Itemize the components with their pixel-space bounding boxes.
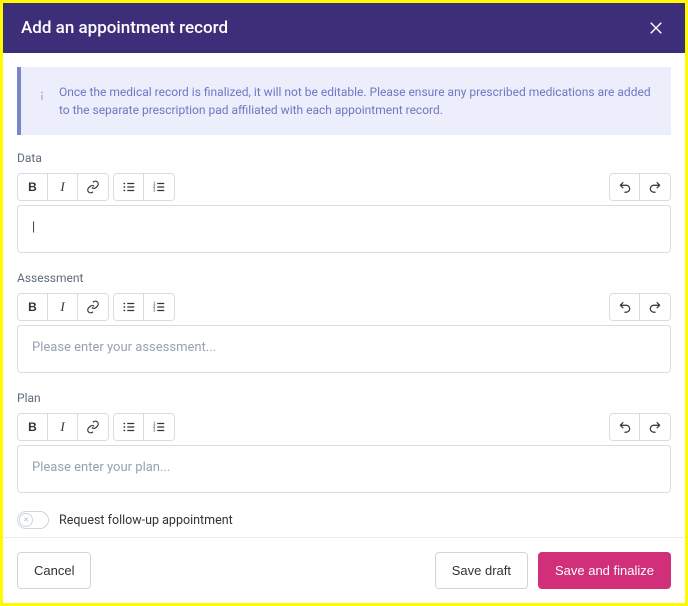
unordered-list-icon <box>122 300 136 314</box>
bold-button[interactable]: B <box>18 414 48 440</box>
section-assessment: Assessment B I Please enter your assessm… <box>17 271 671 373</box>
link-icon <box>86 180 100 194</box>
italic-button[interactable]: I <box>48 414 78 440</box>
link-icon <box>86 300 100 314</box>
unordered-list-icon <box>122 420 136 434</box>
redo-icon <box>648 180 662 194</box>
redo-icon <box>648 420 662 434</box>
info-banner: Once the medical record is finalized, it… <box>17 67 671 135</box>
toolbar-plan: B I <box>17 413 671 441</box>
undo-icon <box>618 300 632 314</box>
italic-button[interactable]: I <box>48 294 78 320</box>
ordered-list-button[interactable] <box>144 414 174 440</box>
section-plan-label: Plan <box>17 391 671 405</box>
redo-icon <box>648 300 662 314</box>
section-data: Data B I | <box>17 151 671 253</box>
plan-editor[interactable]: Please enter your plan... <box>17 445 671 493</box>
ordered-list-button[interactable] <box>144 294 174 320</box>
modal-footer: Cancel Save draft Save and finalize <box>3 537 685 603</box>
link-button[interactable] <box>78 414 108 440</box>
ordered-list-button[interactable] <box>144 174 174 200</box>
unordered-list-icon <box>122 180 136 194</box>
redo-button[interactable] <box>640 414 670 440</box>
assessment-editor[interactable]: Please enter your assessment... <box>17 325 671 373</box>
ordered-list-icon <box>152 420 166 434</box>
link-button[interactable] <box>78 294 108 320</box>
undo-button[interactable] <box>610 414 640 440</box>
toolbar-assessment: B I <box>17 293 671 321</box>
unordered-list-button[interactable] <box>114 414 144 440</box>
redo-button[interactable] <box>640 294 670 320</box>
toolbar-data: B I <box>17 173 671 201</box>
modal-title: Add an appointment record <box>21 18 228 38</box>
redo-button[interactable] <box>640 174 670 200</box>
italic-button[interactable]: I <box>48 174 78 200</box>
undo-icon <box>618 180 632 194</box>
modal-header: Add an appointment record <box>3 3 685 53</box>
unordered-list-button[interactable] <box>114 294 144 320</box>
section-assessment-label: Assessment <box>17 271 671 285</box>
section-data-label: Data <box>17 151 671 165</box>
save-finalize-button[interactable]: Save and finalize <box>538 552 671 589</box>
link-button[interactable] <box>78 174 108 200</box>
followup-toggle-label: Request follow-up appointment <box>59 513 233 528</box>
ordered-list-icon <box>152 300 166 314</box>
ordered-list-icon <box>152 180 166 194</box>
bold-button[interactable]: B <box>18 294 48 320</box>
info-icon <box>35 89 49 108</box>
undo-icon <box>618 420 632 434</box>
info-banner-text: Once the medical record is finalized, it… <box>59 85 651 117</box>
link-icon <box>86 420 100 434</box>
save-draft-button[interactable]: Save draft <box>435 552 528 589</box>
data-editor[interactable]: | <box>17 205 671 253</box>
close-button[interactable] <box>645 17 667 39</box>
bold-button[interactable]: B <box>18 174 48 200</box>
undo-button[interactable] <box>610 174 640 200</box>
undo-button[interactable] <box>610 294 640 320</box>
cancel-button[interactable]: Cancel <box>17 552 91 589</box>
unordered-list-button[interactable] <box>114 174 144 200</box>
followup-toggle-row: Request follow-up appointment <box>17 511 671 529</box>
followup-toggle[interactable] <box>17 511 49 529</box>
section-plan: Plan B I Please enter your plan... <box>17 391 671 493</box>
close-icon <box>647 19 665 37</box>
